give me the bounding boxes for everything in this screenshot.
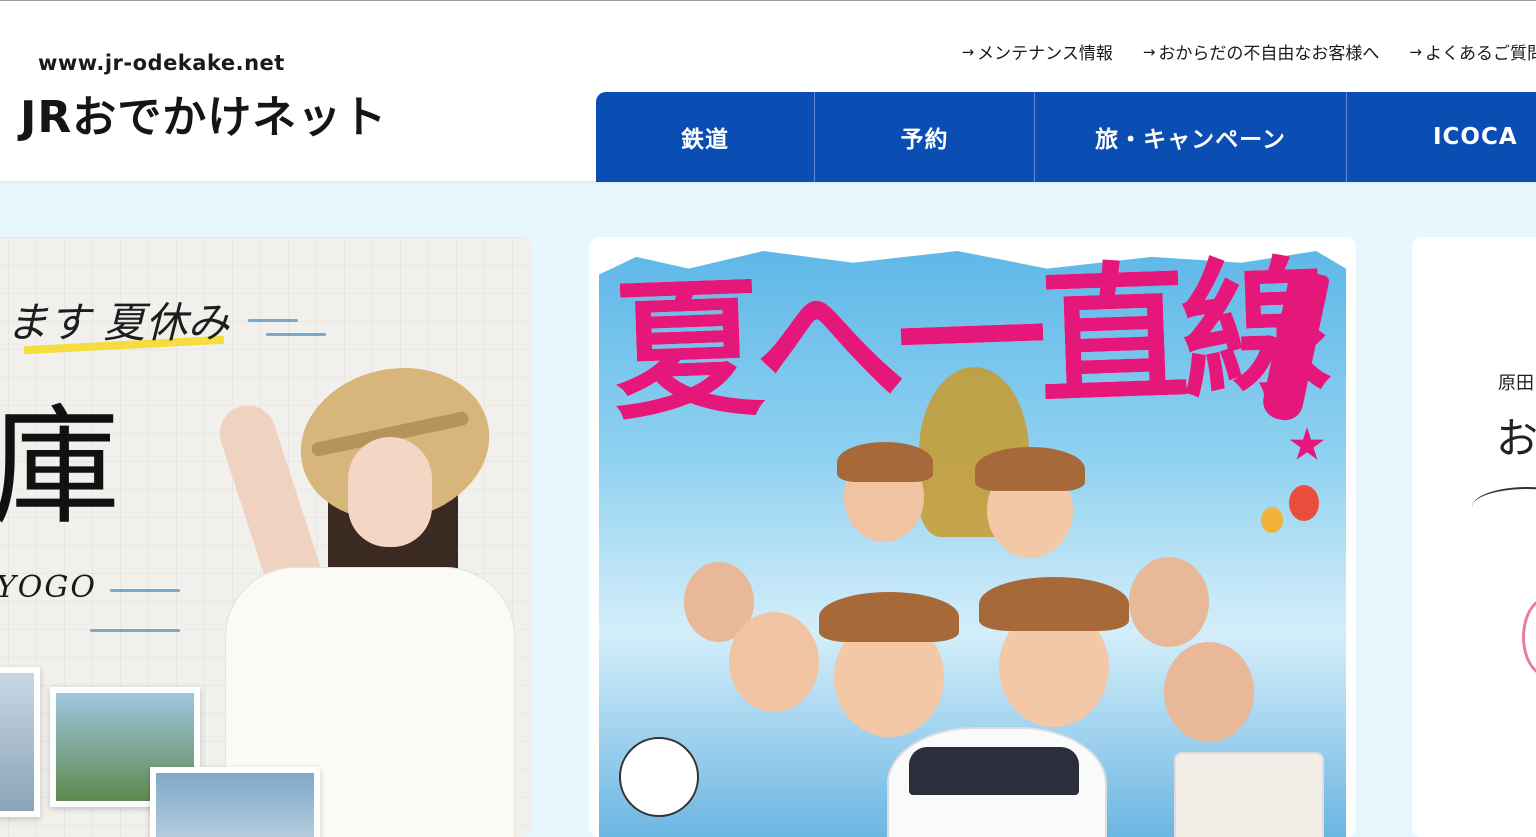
main-nav: 鉄道 予約 旅・キャンペーン ICOCA (596, 92, 1536, 182)
accessibility-link[interactable]: → おからだの不自由なお客様へ (1142, 39, 1380, 65)
wave-decoration (110, 589, 180, 592)
carousel-slide-hyogo[interactable]: ます 夏休み 庫 YOGO (0, 237, 532, 837)
safari-hat (975, 447, 1085, 491)
wave-decoration (90, 629, 180, 632)
hero-carousel: ます 夏休み 庫 YOGO 夏へ一直線 原田 お (0, 181, 1536, 837)
wave-decoration (248, 319, 298, 322)
train-window (909, 747, 1079, 795)
safari-hat (837, 442, 933, 482)
model-face (348, 437, 432, 547)
baby-photo (1174, 752, 1324, 837)
travel-photo (0, 667, 40, 817)
faq-link[interactable]: → よくあるご質問 (1409, 39, 1536, 65)
carousel-slide-next[interactable]: 原田 お (1412, 237, 1536, 837)
carousel-slide-summer[interactable]: 夏へ一直線 (589, 237, 1356, 837)
logo-text: JRおでかけネット (20, 92, 388, 143)
nav-item-railway[interactable]: 鉄道 (596, 92, 815, 182)
child-figure (1129, 557, 1209, 647)
slide-headline: ます 夏休み (6, 298, 230, 347)
nav-item-reservation[interactable]: 予約 (815, 92, 1035, 182)
maintenance-link[interactable]: → メンテナンス情報 (961, 39, 1113, 65)
travel-photo (150, 767, 320, 837)
site-url[interactable]: www.jr-odekake.net (38, 51, 285, 75)
hot-air-balloon-icon (1261, 507, 1283, 533)
ribbon-decoration (1522, 597, 1536, 677)
accessibility-link-label: おからだの不自由なお客様へ (1158, 44, 1380, 64)
slide-caption: 原田 (1498, 373, 1534, 394)
hot-air-balloon-icon (1289, 485, 1319, 521)
arrow-right-icon: → (1409, 42, 1422, 61)
faq-link-label: よくあるご質問 (1425, 44, 1536, 64)
arrow-right-icon: → (961, 42, 975, 61)
child-figure (1164, 642, 1254, 742)
safari-hat (979, 577, 1129, 631)
maintenance-link-label: メンテナンス情報 (977, 44, 1113, 64)
site-header: www.jr-odekake.net JRおでかけネット → メンテナンス情報 … (0, 0, 1536, 182)
arrow-right-icon: → (1142, 42, 1156, 61)
nav-item-travel-campaign[interactable]: 旅・キャンペーン (1035, 92, 1347, 182)
panda-figure (619, 737, 699, 817)
wave-decoration (266, 333, 326, 336)
safari-hat (819, 592, 959, 642)
brush-stroke (1472, 487, 1536, 527)
slide-title: お (1496, 414, 1536, 463)
slide-big-text: 庫 (0, 391, 121, 543)
child-figure (729, 612, 819, 712)
site-logo[interactable]: JRおでかけネット (20, 83, 460, 143)
slide-sub-text: YOGO (0, 570, 97, 605)
nav-item-icoca[interactable]: ICOCA (1347, 92, 1536, 182)
utility-links: → メンテナンス情報 → おからだの不自由なお客様へ → よくあるご質問 (961, 39, 1536, 65)
